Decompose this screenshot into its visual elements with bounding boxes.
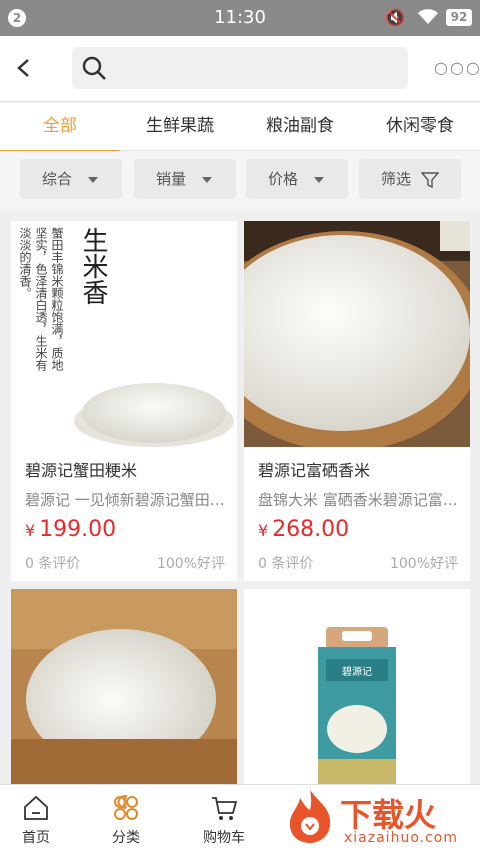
top-bar: ○○○ xyxy=(0,36,480,102)
status-time: 11:30 xyxy=(214,7,266,28)
nav-label: 分类 xyxy=(112,830,140,846)
product-name: 碧源记富硒香米 xyxy=(258,461,371,480)
back-arrow-icon[interactable] xyxy=(12,52,36,84)
rice-pile-illustration xyxy=(74,383,234,447)
filter-label: 销量 xyxy=(156,170,187,188)
product-image[interactable] xyxy=(11,589,237,784)
product-card[interactable]: 碧源记 xyxy=(244,589,470,784)
tab-all[interactable]: 全部 xyxy=(0,103,120,152)
filter-screen[interactable]: 筛选 xyxy=(359,159,461,199)
product-price: ¥199.00 xyxy=(25,517,117,542)
product-image[interactable]: 碧源记 xyxy=(244,589,470,784)
nav-label: 首页 xyxy=(22,830,50,846)
image-title: 生米香 xyxy=(78,227,108,305)
product-desc: 碧源记 一见倾新碧源记蟹田粳米 xyxy=(25,491,229,509)
rice-bag-photo: 碧源记 xyxy=(244,589,470,784)
filter-bar: 综合 销量 价格 筛选 xyxy=(0,151,480,209)
nav-home[interactable]: 首页 xyxy=(0,793,76,847)
caret-down-icon xyxy=(314,177,324,183)
battery-indicator: 92 xyxy=(446,9,472,26)
filter-label: 价格 xyxy=(268,170,299,188)
watermark-url: xiazaihuo.com xyxy=(344,830,458,846)
filter-label: 筛选 xyxy=(381,170,412,188)
search-box[interactable] xyxy=(72,47,408,89)
category-tabs: 全部 生鲜果蔬 粮油副食 休闲零食 xyxy=(0,103,480,152)
caret-down-icon xyxy=(88,177,98,183)
search-input[interactable] xyxy=(120,53,396,83)
product-image[interactable]: 生米香 蟹田丰锦米颗粒饱满，质地坚实，色泽清白透，生米有淡淡的清香。 xyxy=(11,221,237,447)
more-options-icon[interactable]: ○○○ xyxy=(434,58,480,78)
funnel-icon xyxy=(421,172,439,189)
tab-fresh[interactable]: 生鲜果蔬 xyxy=(120,103,240,151)
category-icon xyxy=(114,794,138,820)
review-count: 0 条评价 xyxy=(258,556,314,572)
filter-sales[interactable]: 销量 xyxy=(134,159,236,199)
tab-grain-oil[interactable]: 粮油副食 xyxy=(240,103,360,151)
search-icon xyxy=(82,56,106,80)
rice-bowl-photo xyxy=(244,221,470,447)
tab-snacks[interactable]: 休闲零食 xyxy=(360,103,480,151)
positive-rate: 100%好评 xyxy=(389,556,458,572)
product-card[interactable]: 米粒白 碧源记富硒香米 盘锦大米 富硒香米碧源记富硒香米 ¥268.00 0 条… xyxy=(244,221,470,581)
wifi-icon xyxy=(418,9,438,24)
product-image[interactable]: 米粒白 xyxy=(244,221,470,447)
positive-rate: 100%好评 xyxy=(156,556,225,572)
bag-brand-text: 碧源记 xyxy=(342,665,372,678)
caret-down-icon xyxy=(202,177,212,183)
image-caption: 蟹田丰锦米颗粒饱满，质地坚实，色泽清白透，生米有淡淡的清香。 xyxy=(18,227,64,371)
mute-icon: 🔇 xyxy=(385,8,405,27)
product-price: ¥268.00 xyxy=(258,517,350,542)
flame-logo-icon xyxy=(289,790,331,843)
product-name: 碧源记蟹田粳米 xyxy=(25,461,138,480)
nav-cart[interactable]: 购物车 xyxy=(184,793,264,847)
rice-grains-photo xyxy=(11,589,237,784)
product-card[interactable] xyxy=(11,589,237,784)
nav-label: 购物车 xyxy=(203,830,245,846)
product-desc: 盘锦大米 富硒香米碧源记富硒香米 xyxy=(258,491,462,509)
status-bar: 2 11:30 🔇 92 xyxy=(0,0,480,36)
filter-label: 综合 xyxy=(42,170,73,188)
filter-price[interactable]: 价格 xyxy=(246,159,348,199)
nav-category[interactable]: 分类 xyxy=(86,793,166,847)
review-count: 0 条评价 xyxy=(25,556,81,572)
cart-icon xyxy=(212,797,238,820)
watermark-logo: 下载火 xiazaihuo.com xyxy=(282,786,480,853)
filter-comprehensive[interactable]: 综合 xyxy=(20,159,122,199)
product-card[interactable]: 生米香 蟹田丰锦米颗粒饱满，质地坚实，色泽清白透，生米有淡淡的清香。 碧源记蟹田… xyxy=(11,221,237,581)
home-icon xyxy=(24,795,48,820)
